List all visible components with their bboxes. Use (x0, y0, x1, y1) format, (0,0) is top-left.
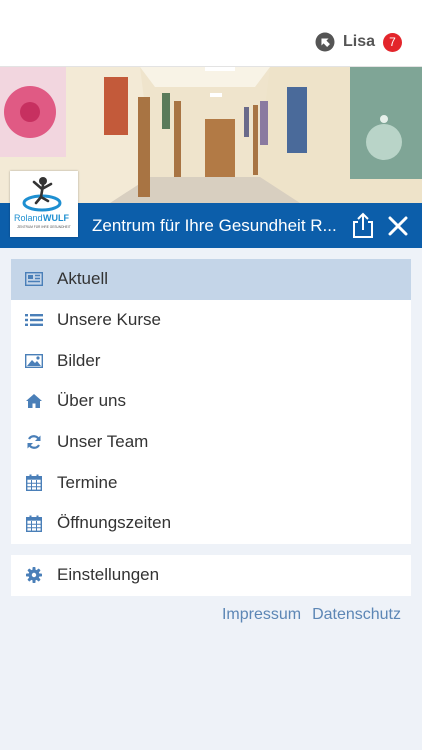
menu-item-label: Termine (57, 472, 118, 492)
gear-icon (25, 566, 43, 584)
refresh-icon (25, 433, 43, 451)
menu-item-label: Unser Team (57, 432, 149, 452)
menu-item-kurse[interactable]: Unsere Kurse (11, 300, 411, 341)
menu-item-ueber-uns[interactable]: Über uns (11, 381, 411, 422)
datenschutz-link[interactable]: Datenschutz (312, 606, 401, 624)
main-menu: Aktuell Unsere Kurse Bilder Über uns Uns… (11, 259, 411, 544)
menu-item-label: Öffnungszeiten (57, 513, 172, 533)
menu-item-einstellungen[interactable]: Einstellungen (11, 555, 411, 596)
user-status-icon (315, 32, 335, 52)
menu-item-label: Einstellungen (57, 565, 160, 585)
newspaper-icon (25, 270, 43, 288)
footer-links: Impressum Datenschutz (211, 606, 401, 624)
menu-item-label: Aktuell (57, 269, 109, 289)
calendar-icon (25, 514, 43, 532)
menu-item-label: Unsere Kurse (57, 310, 161, 330)
user-name: Lisa (342, 33, 375, 50)
logo-tagline: ZENTRUM FÜR IHRE GESUNDHEIT (17, 225, 70, 229)
menu-item-oeffnungszeiten[interactable]: Öffnungszeiten (11, 503, 411, 544)
menu-item-label: Über uns (57, 391, 126, 411)
logo-brand-second: WULF (43, 213, 69, 223)
image-icon (25, 352, 43, 370)
user-menu[interactable]: Lisa 7 (315, 32, 402, 52)
impressum-link[interactable]: Impressum (222, 606, 301, 624)
logo-brand-first: Roland (14, 213, 43, 223)
menu-item-team[interactable]: Unser Team (11, 422, 411, 463)
roland-wulf-logo: Roland WULF ZENTRUM FÜR IHRE GESUNDHEIT (10, 171, 78, 237)
menu-item-label: Bilder (57, 350, 101, 370)
top-bar: Lisa 7 (0, 0, 422, 67)
menu-item-aktuell[interactable]: Aktuell (11, 259, 411, 300)
page-title: Zentrum für Ihre Gesundheit R... (92, 216, 337, 235)
menu-item-bilder[interactable]: Bilder (11, 340, 411, 381)
share-icon[interactable] (350, 212, 376, 238)
list-icon (25, 311, 43, 329)
close-icon[interactable] (388, 216, 408, 236)
settings-menu: Einstellungen (11, 555, 411, 596)
home-icon (25, 392, 43, 410)
notification-badge: 7 (383, 32, 402, 52)
menu-item-termine[interactable]: Termine (11, 462, 411, 503)
calendar-icon (25, 474, 43, 492)
